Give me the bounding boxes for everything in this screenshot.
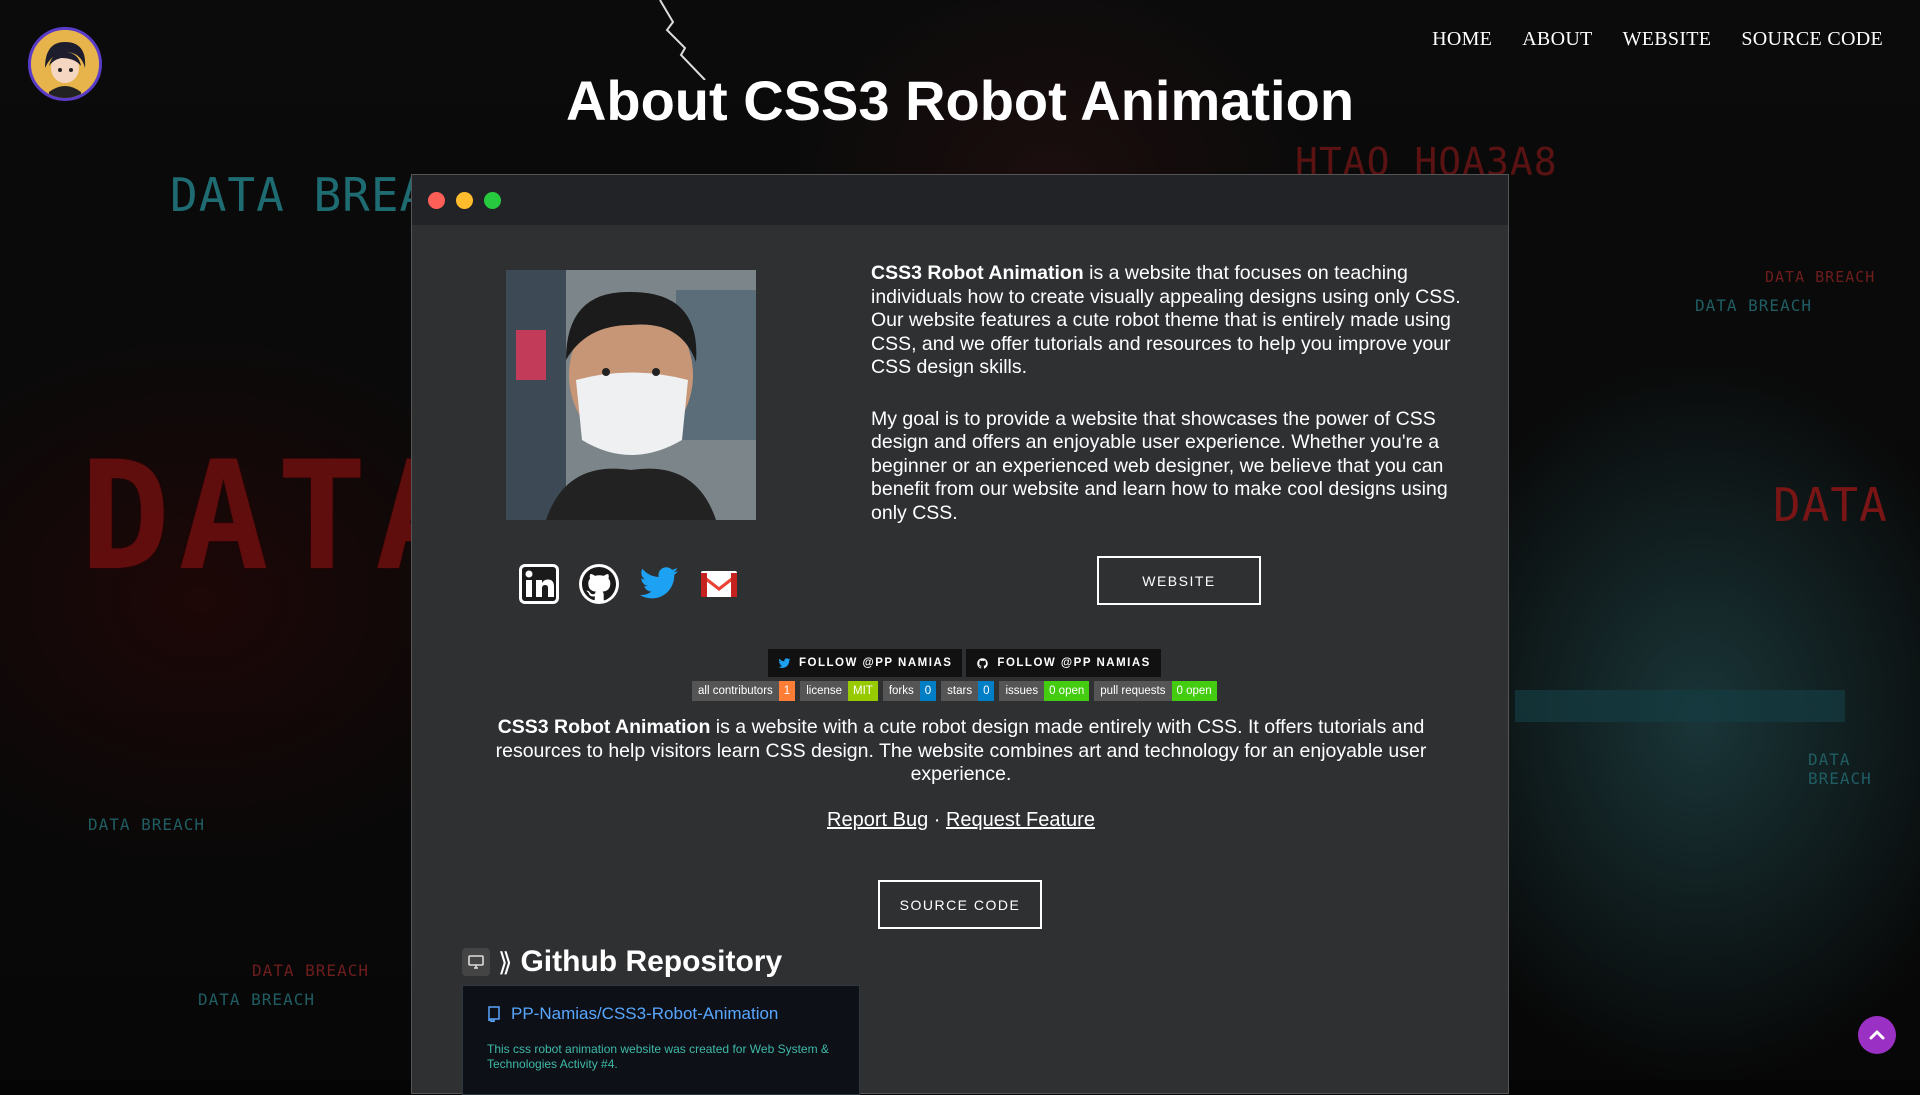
social-links bbox=[518, 563, 740, 605]
report-bug-link[interactable]: Report Bug bbox=[827, 809, 928, 831]
repo-badges: all contributors 1 license MIT forks 0 star… bbox=[692, 681, 1217, 701]
window-title-bar bbox=[412, 175, 1508, 225]
maximize-dot-icon bbox=[484, 192, 501, 209]
badge-value: 0 open bbox=[1171, 681, 1217, 701]
badge-stars[interactable]: stars 0 bbox=[941, 681, 995, 701]
bg-text: DATA bbox=[1773, 478, 1888, 532]
nav-home[interactable]: HOME bbox=[1432, 28, 1492, 51]
repo-icon bbox=[488, 1006, 500, 1022]
nav-source-code[interactable]: SOURCE CODE bbox=[1741, 28, 1883, 51]
repo-description: This css robot animation website was cre… bbox=[487, 1042, 829, 1071]
top-nav: HOME ABOUT WEBSITE SOURCE CODE bbox=[1432, 28, 1883, 51]
bg-text: DATA BREACH bbox=[198, 990, 315, 1009]
follow-badges: FOLLOW @PP NAMIAS FOLLOW @PP NAMIAS bbox=[768, 649, 1161, 677]
badge-license[interactable]: license MIT bbox=[800, 681, 878, 701]
bg-strip bbox=[1515, 690, 1845, 722]
issue-links: Report Bug · Request Feature bbox=[412, 809, 1510, 832]
follow-twitter-label: FOLLOW @PP NAMIAS bbox=[799, 657, 953, 669]
badge-key: stars bbox=[941, 681, 979, 701]
badge-key: pull requests bbox=[1094, 681, 1172, 701]
badge-key: forks bbox=[882, 681, 920, 701]
about-paragraph-1: CSS3 Robot Animation is a website that f… bbox=[871, 262, 1481, 380]
github-section-title: Github Repository bbox=[520, 945, 783, 978]
badge-forks[interactable]: forks 0 bbox=[882, 681, 937, 701]
request-feature-link[interactable]: Request Feature bbox=[946, 809, 1095, 831]
page-title: About CSS3 Robot Animation bbox=[565, 69, 1355, 132]
summary-brand: CSS3 Robot Animation bbox=[497, 716, 711, 738]
bg-text: DATA BREACH bbox=[252, 961, 369, 980]
link-separator: · bbox=[928, 809, 946, 831]
close-dot-icon bbox=[428, 192, 445, 209]
profile-photo-image bbox=[506, 270, 756, 520]
nav-about[interactable]: ABOUT bbox=[1522, 28, 1592, 51]
badge-value: 1 bbox=[778, 681, 796, 701]
badge-key: issues bbox=[999, 681, 1045, 701]
follow-github-button[interactable]: FOLLOW @PP NAMIAS bbox=[966, 649, 1161, 677]
twitter-icon[interactable] bbox=[638, 563, 680, 605]
about-text: CSS3 Robot Animation is a website that f… bbox=[871, 262, 1481, 553]
linkedin-icon[interactable] bbox=[518, 563, 560, 605]
badge-key: all contributors bbox=[692, 681, 779, 701]
badge-value: 0 bbox=[978, 681, 995, 701]
minimize-dot-icon bbox=[456, 192, 473, 209]
github-icon[interactable] bbox=[578, 563, 620, 605]
follow-github-label: FOLLOW @PP NAMIAS bbox=[997, 657, 1151, 669]
nav-website[interactable]: WEBSITE bbox=[1623, 28, 1712, 51]
follow-twitter-button[interactable]: FOLLOW @PP NAMIAS bbox=[768, 649, 963, 677]
about-brand: CSS3 Robot Animation bbox=[871, 262, 1084, 284]
badge-value: 0 bbox=[919, 681, 937, 701]
project-summary: CSS3 Robot Animation is a website with a… bbox=[472, 716, 1450, 787]
badge-pull-requests[interactable]: pull requests 0 open bbox=[1094, 681, 1217, 701]
repo-link[interactable]: PP-Namias/CSS3-Robot-Animation bbox=[487, 1004, 835, 1024]
content-window: CSS3 Robot Animation is a website that f… bbox=[411, 174, 1510, 1095]
badge-value: MIT bbox=[848, 681, 878, 701]
chevron-up-icon bbox=[1869, 1030, 1885, 1040]
badge-key: license bbox=[800, 681, 849, 701]
github-repo-card[interactable]: PP-Namias/CSS3-Robot-Animation This css … bbox=[462, 985, 860, 1095]
profile-photo bbox=[506, 270, 756, 520]
bg-text: DATA BREACH bbox=[1808, 750, 1872, 788]
source-code-button[interactable]: SOURCE CODE bbox=[878, 880, 1042, 929]
twitter-icon bbox=[778, 657, 791, 668]
bg-text: DATA BREACH bbox=[1765, 268, 1876, 286]
website-button[interactable]: WEBSITE bbox=[1097, 556, 1261, 605]
badge-contributors[interactable]: all contributors 1 bbox=[692, 681, 796, 701]
bg-text: DATA BREACH bbox=[88, 815, 205, 834]
repo-name: PP-Namias/CSS3-Robot-Animation bbox=[511, 1004, 779, 1023]
gmail-icon[interactable] bbox=[698, 563, 740, 605]
scroll-to-top-button[interactable] bbox=[1858, 1016, 1896, 1054]
bg-text: DATA BREACH bbox=[1695, 296, 1812, 315]
chevron-right-icon: ⟫ bbox=[498, 946, 513, 977]
monitor-icon bbox=[462, 948, 490, 976]
github-icon bbox=[977, 657, 989, 669]
badge-issues[interactable]: issues 0 open bbox=[999, 681, 1090, 701]
badge-value: 0 open bbox=[1044, 681, 1090, 701]
github-section-header: ⟫ Github Repository bbox=[462, 945, 782, 979]
about-paragraph-2: My goal is to provide a website that sho… bbox=[871, 407, 1448, 524]
